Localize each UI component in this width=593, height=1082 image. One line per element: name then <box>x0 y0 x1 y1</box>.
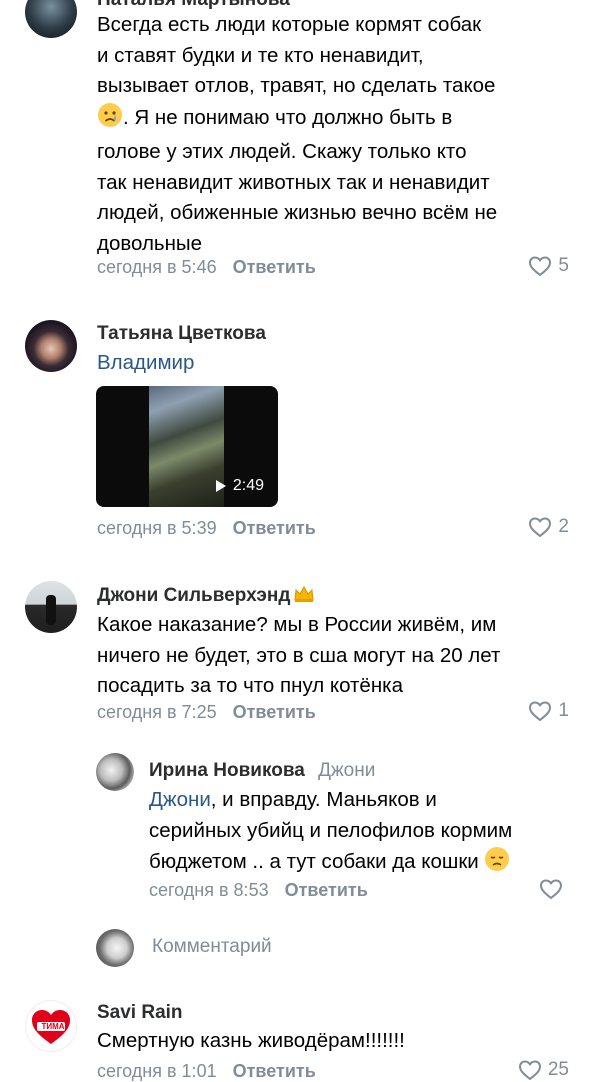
comment-text-line: Смертную казнь живодёрам!!!!!!! <box>97 1029 405 1052</box>
like-button[interactable]: 2 <box>528 516 569 538</box>
like-button[interactable]: 5 <box>528 255 569 277</box>
comment-text: Всегда есть люди которые кормят собак и … <box>97 10 497 259</box>
comment-text-line: людей, обиженные жизнью вечно всём не <box>97 201 498 224</box>
heart-outline-icon <box>529 701 552 722</box>
comment-time: сегодня в 8:53 <box>149 880 269 900</box>
comment-text-line: Какое наказание? мы в России живём, им <box>97 613 497 636</box>
avatar[interactable]: TИMA <box>25 1000 77 1052</box>
disappointed-face-emoji <box>484 846 510 882</box>
comment-text-line: серийных убийц и пелофилов кормим <box>149 818 513 842</box>
heart-outline-icon <box>518 1060 541 1081</box>
comment-text-line: , и вправду. Маньяков и <box>210 788 437 811</box>
comment-text-line: Всегда есть люди которые кормят собак <box>97 13 482 36</box>
comment-meta: сегодня в 1:01 Ответить <box>97 1061 316 1082</box>
avatar-text: TИMA <box>41 1022 65 1031</box>
comment-text-line: так ненавидит животных так и ненавидит <box>97 170 490 194</box>
comment-text-line: довольные <box>97 231 203 255</box>
comment-input[interactable]: Комментарий <box>152 936 272 958</box>
comment-text-line: голове у этих людей. Скажу только кто <box>97 140 467 163</box>
avatar <box>96 929 134 967</box>
like-count: 2 <box>558 516 569 537</box>
reply-button[interactable]: Ответить <box>233 257 316 277</box>
comment-text-line: бюджетом .. а тут собаки да кошки <box>149 850 479 873</box>
comment-text: Смертную казнь живодёрам!!!!!!! <box>97 1026 405 1057</box>
comment-text-line: и ставят будки и те кто ненавидит, <box>97 43 424 67</box>
avatar[interactable] <box>25 320 77 372</box>
video-thumbnail <box>149 386 224 507</box>
video-attachment[interactable]: 2:49 <box>96 386 278 507</box>
crown-emoji <box>293 585 315 609</box>
reply-button[interactable]: Ответить <box>285 880 368 900</box>
reply-button[interactable]: Ответить <box>233 518 316 538</box>
reply-text: Джони, и вправду. Маньяков и серийных уб… <box>149 785 512 882</box>
mention-link[interactable]: Джони <box>149 788 211 811</box>
comment-text: Какое наказание? мы в России живём, им н… <box>97 610 500 702</box>
like-button[interactable]: 1 <box>528 700 569 722</box>
like-count: 5 <box>558 255 569 276</box>
reply-to[interactable]: Джони <box>318 760 375 781</box>
comment-text-line: . Я не понимаю что должно быть в <box>123 105 453 129</box>
crying-face-emoji <box>97 102 123 138</box>
comment-time: сегодня в 7:25 <box>97 702 217 722</box>
reply-meta: сегодня в 8:53 Ответить <box>149 880 368 901</box>
reply-button[interactable]: Ответить <box>233 702 316 722</box>
reply-button[interactable]: Ответить <box>233 1061 316 1081</box>
avatar[interactable] <box>25 581 77 633</box>
reply-author[interactable]: Ирина Новикова <box>149 760 305 781</box>
comment-meta: сегодня в 5:39 Ответить <box>97 518 316 539</box>
video-duration: 2:49 <box>232 477 264 494</box>
like-button[interactable]: 25 <box>518 1059 569 1081</box>
comment-meta: сегодня в 7:25 Ответить <box>97 702 316 723</box>
comment-time: сегодня в 5:39 <box>97 518 217 538</box>
comment-time: сегодня в 1:01 <box>97 1061 217 1081</box>
comment-time: сегодня в 5:46 <box>97 257 217 277</box>
like-count: 1 <box>558 700 569 721</box>
like-button[interactable] <box>539 878 569 900</box>
reply-header: Ирина Новикова Джони <box>149 760 375 782</box>
comment-author[interactable]: Татьяна Цветкова <box>97 323 266 345</box>
comment-text-line: вызывает отлов, травят, но сделать такое <box>97 74 496 97</box>
comment-text-line: посадить за то что пнул котёнка <box>97 674 403 697</box>
avatar[interactable] <box>25 0 77 38</box>
mention-link[interactable]: Владимир <box>97 348 194 379</box>
comment-author[interactable]: Savi Rain <box>97 1002 183 1024</box>
like-count: 25 <box>547 1059 569 1080</box>
heart-outline-icon <box>529 256 552 277</box>
heart-outline-icon <box>539 879 563 900</box>
comment-meta: сегодня в 5:46 Ответить <box>97 257 316 278</box>
comment-author[interactable]: Джони Сильверхэнд <box>97 585 315 609</box>
avatar[interactable] <box>96 753 134 791</box>
heart-outline-icon <box>529 517 552 538</box>
comment-text-line: ничего не будет, это в сша могут на 20 л… <box>97 643 501 667</box>
play-icon <box>215 480 226 492</box>
